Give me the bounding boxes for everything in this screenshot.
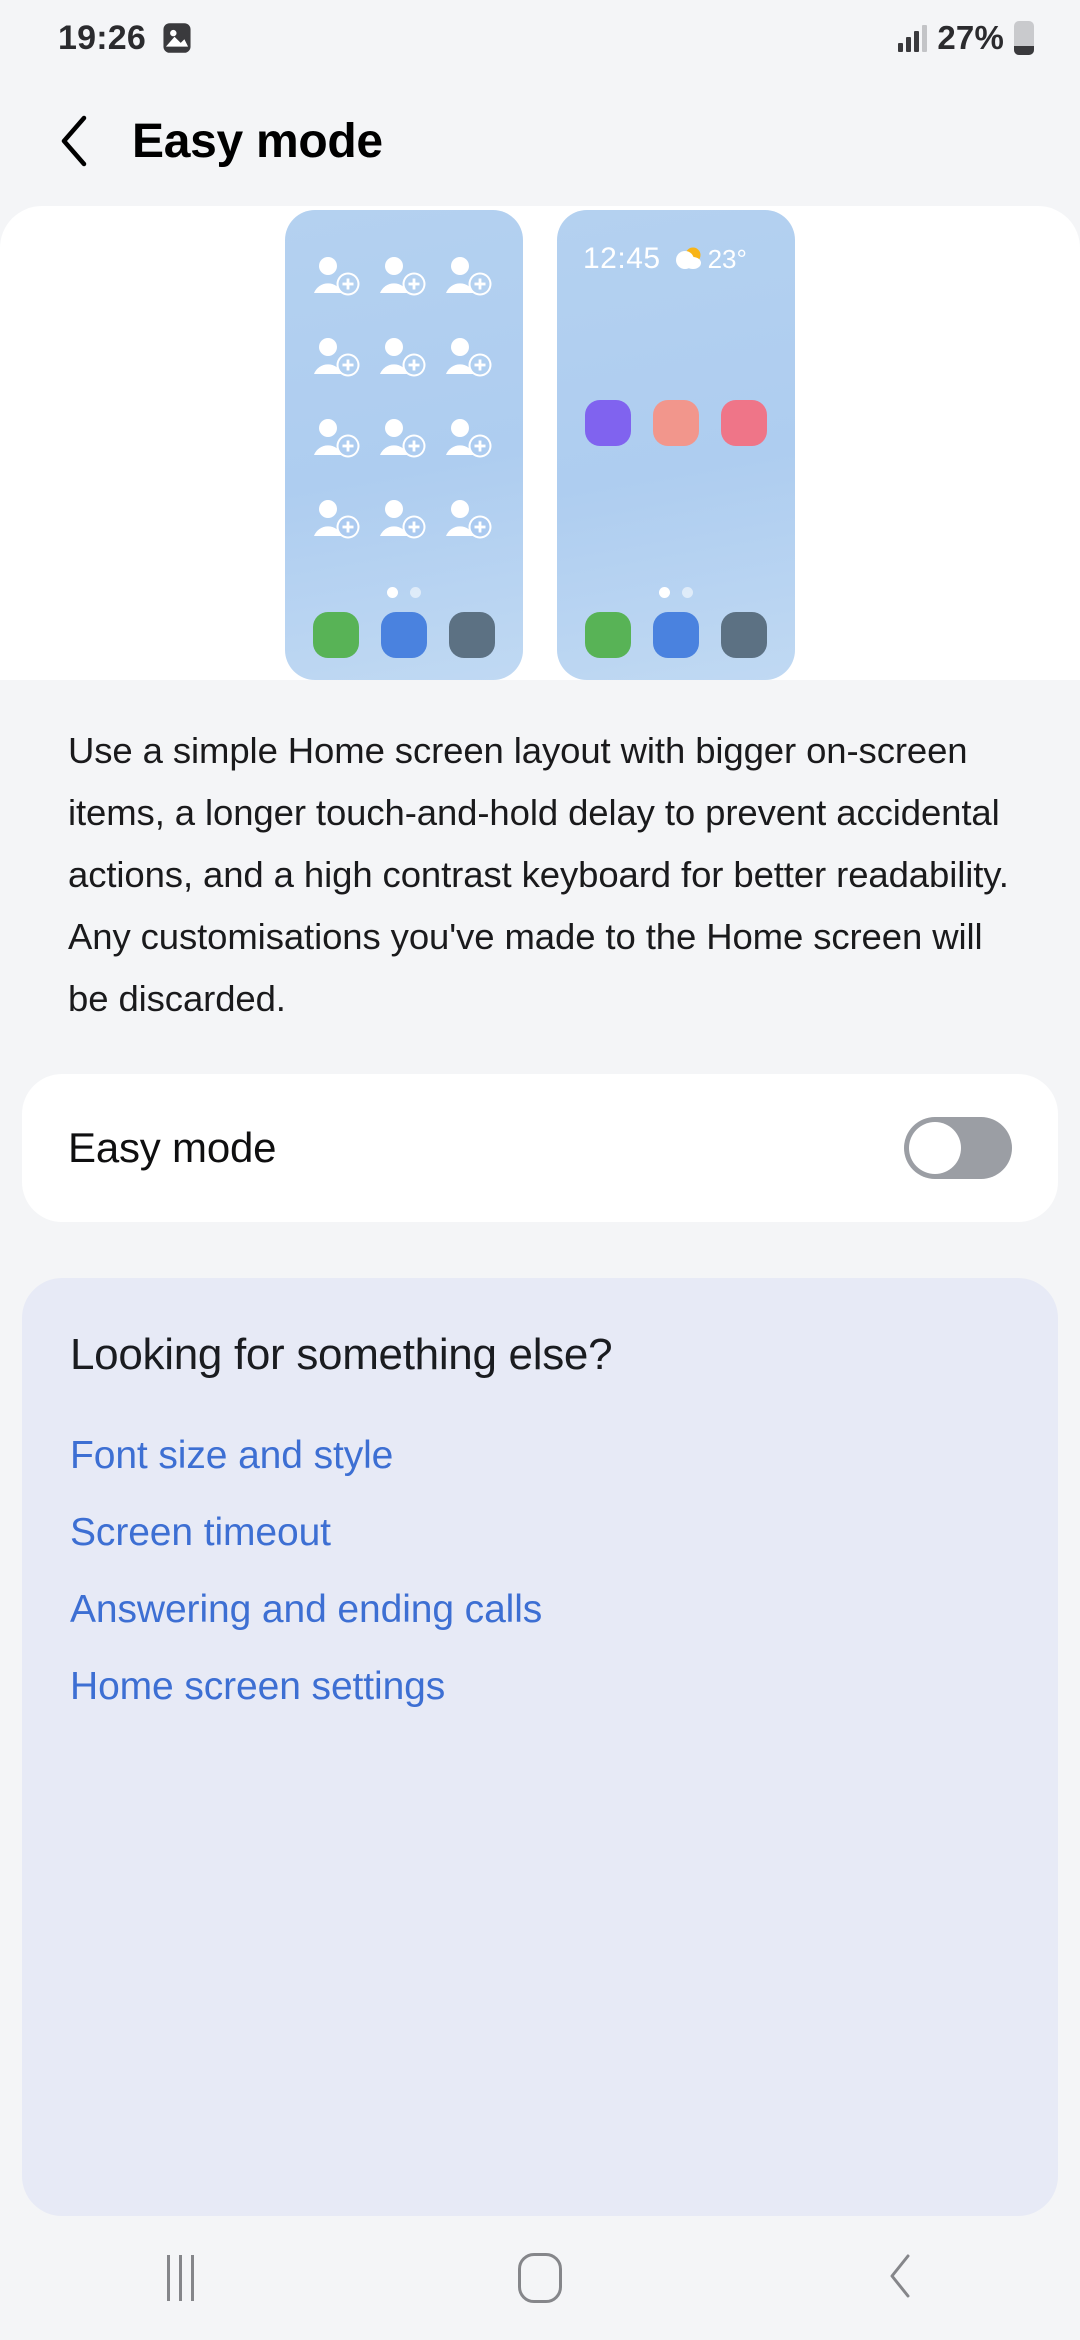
dock-app-icon-green <box>313 612 359 658</box>
person-add-icon <box>444 255 496 297</box>
status-bar: 19:26 27% <box>0 0 1080 76</box>
app-icon-salmon <box>653 400 699 446</box>
dock-app-icon-slate <box>721 612 767 658</box>
recents-icon <box>166 2255 194 2301</box>
switch-knob <box>909 1122 961 1174</box>
looking-for-something-else-card: Looking for something else? Font size an… <box>22 1278 1058 2216</box>
dock-app-icon-slate <box>449 612 495 658</box>
signal-bars-icon <box>898 24 928 52</box>
status-bar-clock: 19:26 <box>58 18 146 57</box>
easy-mode-settings-screen: 19:26 27% Easy mode 12:45 23° Use a simp… <box>0 0 1080 2340</box>
status-bar-right: 27% <box>898 19 1034 57</box>
status-bar-left: 19:26 <box>58 19 192 58</box>
app-icon-rose <box>721 400 767 446</box>
nav-back-icon <box>887 2253 913 2304</box>
easy-mode-switch[interactable] <box>904 1117 1012 1179</box>
app-icon-purple <box>585 400 631 446</box>
system-navigation-bar <box>0 2216 1080 2340</box>
looking-for-title: Looking for something else? <box>70 1330 613 1379</box>
link-home-screen-settings[interactable]: Home screen settings <box>70 1649 1010 1726</box>
person-add-icon <box>378 336 430 378</box>
person-add-icon <box>378 417 430 459</box>
person-add-icon <box>312 417 364 459</box>
easy-mode-toggle-row[interactable]: Easy mode <box>22 1074 1058 1222</box>
phone-status-widget: 12:45 23° <box>583 242 747 276</box>
person-add-icon <box>312 255 364 297</box>
feature-description: Use a simple Home screen layout with big… <box>68 730 1009 1019</box>
person-add-icon <box>312 336 364 378</box>
link-answering-and-ending-calls[interactable]: Answering and ending calls <box>70 1572 1010 1649</box>
person-add-icon <box>444 498 496 540</box>
phone-dock <box>557 612 795 658</box>
battery-percentage: 27% <box>937 19 1004 56</box>
phone-dock <box>285 612 523 658</box>
link-screen-timeout[interactable]: Screen timeout <box>70 1495 1010 1572</box>
page-indicator-dots <box>557 587 795 598</box>
home-button[interactable] <box>460 2230 620 2326</box>
page-title: Easy mode <box>132 114 383 168</box>
dock-app-icon-green <box>585 612 631 658</box>
weather-widget: 23° <box>673 244 747 275</box>
home-screen-icon-grid <box>305 244 503 550</box>
home-icon <box>518 2253 562 2303</box>
phone-mockup-easy-mode <box>285 210 523 680</box>
app-bar: Easy mode <box>0 76 1080 206</box>
dock-app-icon-blue <box>381 612 427 658</box>
person-add-icon <box>444 417 496 459</box>
person-add-icon <box>312 498 364 540</box>
easy-mode-toggle-label: Easy mode <box>68 1124 277 1171</box>
page-indicator-dots <box>285 587 523 598</box>
image-icon <box>162 22 192 54</box>
phone-mockup-standard-mode: 12:45 23° <box>557 210 795 680</box>
person-add-icon <box>444 336 496 378</box>
dock-app-icon-blue <box>653 612 699 658</box>
back-button[interactable] <box>820 2230 980 2326</box>
back-chevron-icon[interactable] <box>50 109 98 173</box>
person-add-icon <box>378 255 430 297</box>
sun-behind-cloud-icon <box>673 246 705 272</box>
recents-button[interactable] <box>100 2230 260 2326</box>
phone-clock: 12:45 <box>583 242 661 275</box>
phone-temperature: 23° <box>707 243 747 274</box>
phone-app-row <box>557 400 795 446</box>
illustration-card: 12:45 23° <box>0 206 1080 680</box>
battery-icon <box>1014 21 1034 55</box>
person-add-icon <box>378 498 430 540</box>
link-font-size-and-style[interactable]: Font size and style <box>70 1418 1010 1495</box>
